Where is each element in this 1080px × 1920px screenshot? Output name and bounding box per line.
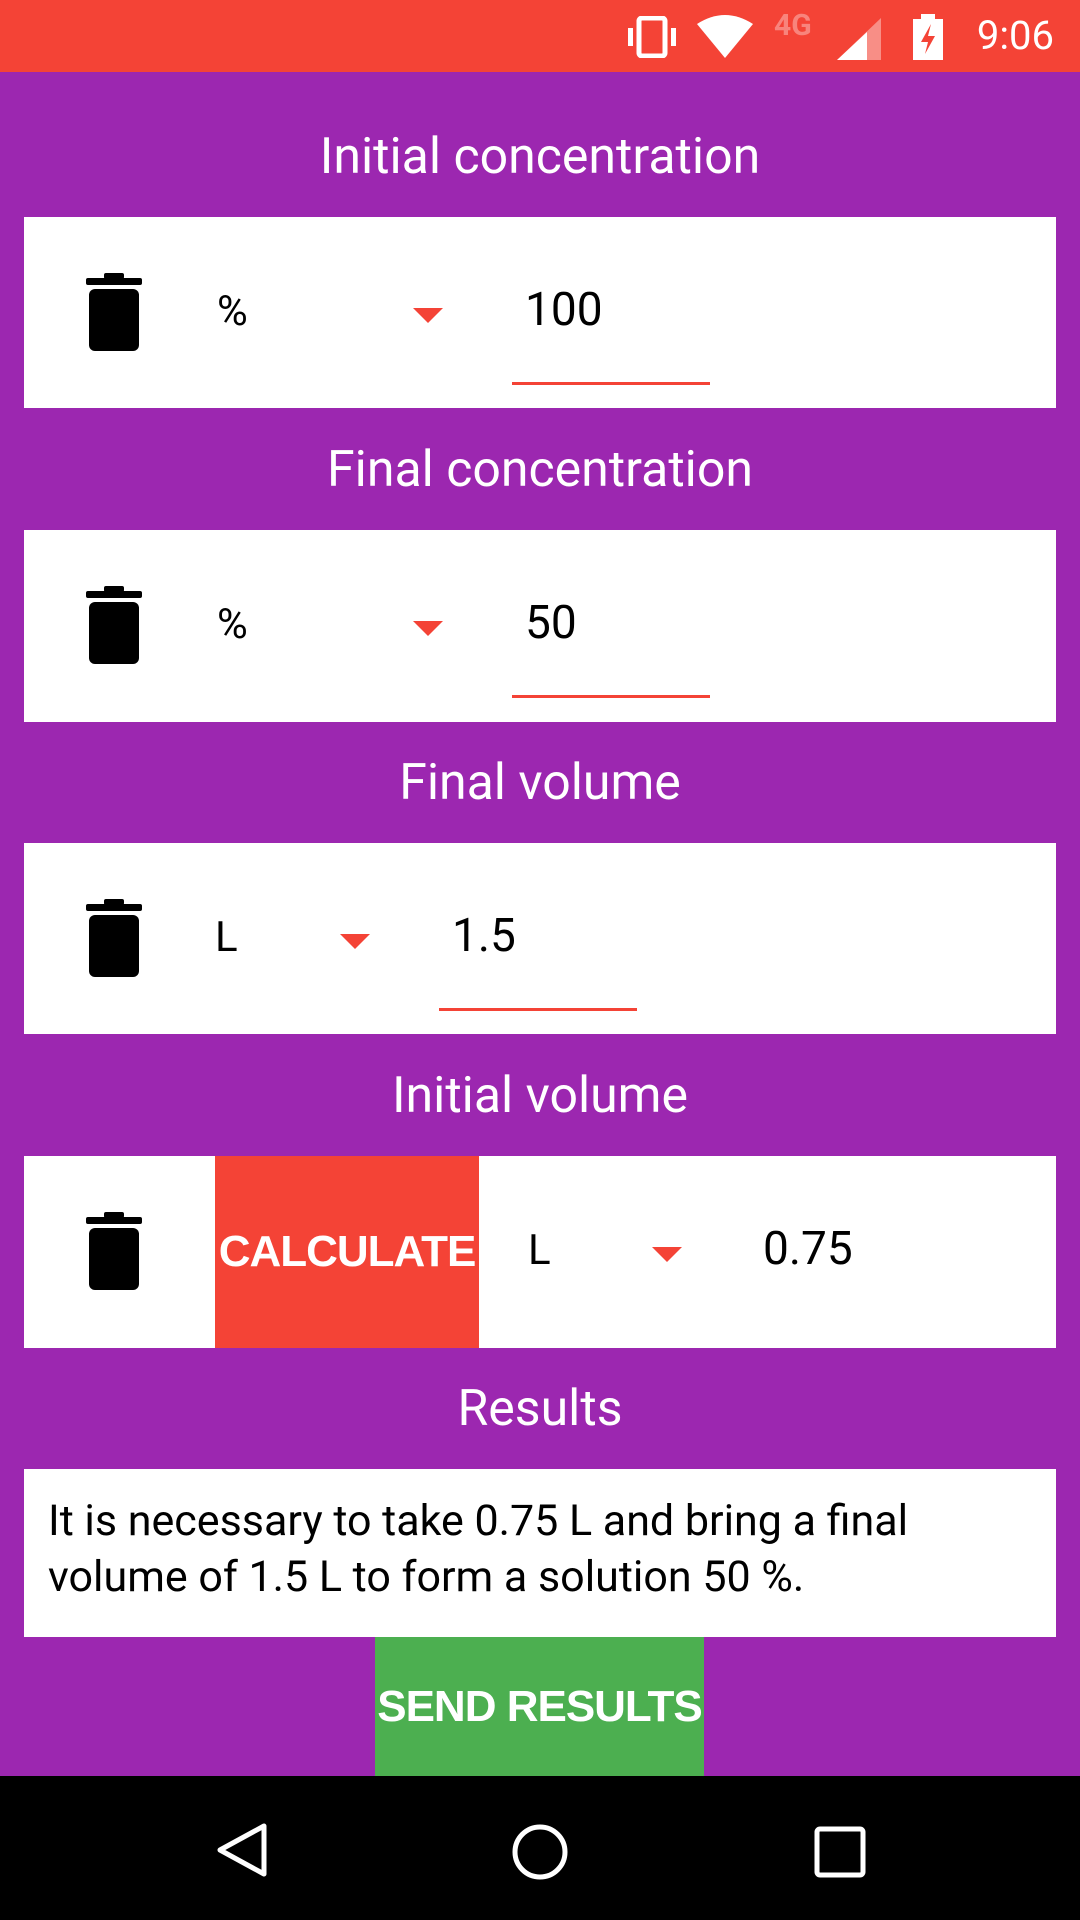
home-icon[interactable]: [510, 1822, 570, 1882]
wifi-icon: [697, 15, 753, 58]
signal-icon: [837, 18, 881, 60]
clock: 9:06: [976, 12, 1054, 59]
final-volume-title: Final volume: [399, 754, 681, 812]
vibrate-icon: [628, 16, 676, 58]
results-text: It is necessary to take 0.75 L and bring…: [24, 1469, 1056, 1637]
navigation-bar: [0, 1776, 1080, 1920]
value-input[interactable]: 100: [525, 283, 603, 337]
back-icon[interactable]: [214, 1822, 270, 1878]
dropdown-arrow-icon[interactable]: [413, 308, 443, 323]
input-underline: [512, 382, 710, 385]
unit-spinner[interactable]: %: [217, 287, 248, 336]
calculate-button[interactable]: CALCULATE: [215, 1156, 479, 1348]
battery-charging-icon: [913, 14, 943, 60]
network-type: 4G: [774, 8, 812, 43]
final-concentration-card: % 50: [24, 530, 1056, 722]
delete-icon[interactable]: [86, 272, 142, 352]
final-concentration-title: Final concentration: [327, 441, 753, 499]
dropdown-arrow-icon[interactable]: [652, 1247, 682, 1262]
value-input[interactable]: 1.5: [452, 909, 516, 963]
initial-volume-title: Initial volume: [391, 1067, 689, 1125]
initial-concentration-title: Initial concentration: [319, 128, 761, 186]
result-value: 0.75: [763, 1222, 853, 1276]
value-input[interactable]: 50: [525, 596, 577, 650]
final-volume-card: L 1.5: [24, 843, 1056, 1034]
delete-icon[interactable]: [86, 898, 142, 978]
unit-spinner[interactable]: L: [528, 1226, 551, 1275]
input-underline: [512, 695, 710, 698]
initial-volume-card: CALCULATE L 0.75: [24, 1156, 1056, 1348]
delete-icon[interactable]: [86, 1211, 142, 1291]
dropdown-arrow-icon[interactable]: [413, 621, 443, 636]
send-results-button[interactable]: SEND RESULTS: [375, 1637, 704, 1776]
delete-icon[interactable]: [86, 585, 142, 665]
recents-icon[interactable]: [814, 1826, 866, 1878]
status-bar: 4G 9:06: [0, 0, 1080, 72]
unit-spinner[interactable]: L: [215, 913, 238, 962]
dropdown-arrow-icon[interactable]: [340, 934, 370, 949]
initial-concentration-card: % 100: [24, 217, 1056, 408]
results-title: Results: [457, 1380, 623, 1438]
unit-spinner[interactable]: %: [217, 600, 248, 649]
input-underline: [439, 1008, 637, 1011]
